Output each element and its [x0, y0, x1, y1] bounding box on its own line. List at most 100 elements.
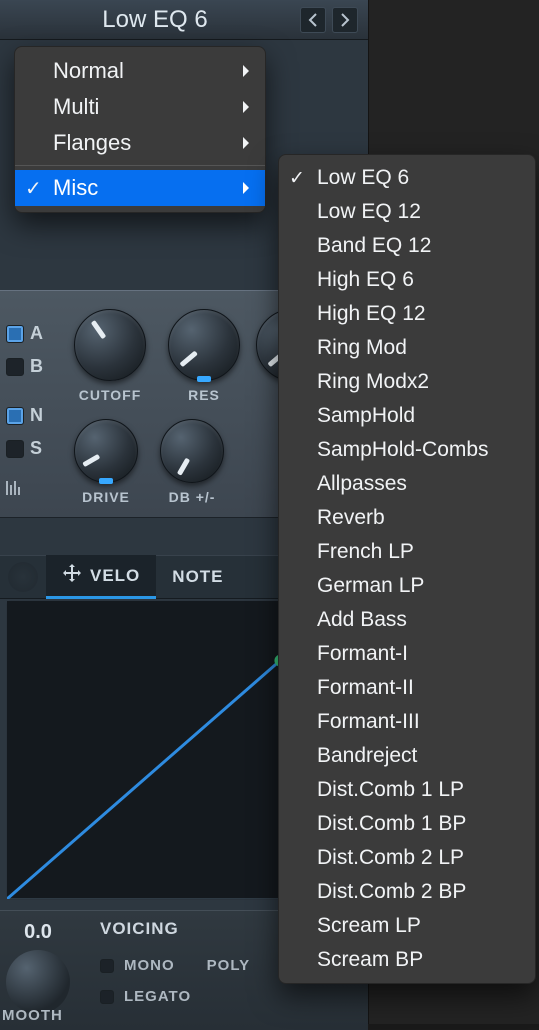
voicing-label: LEGATO — [124, 988, 191, 1005]
toggle-a[interactable]: A — [6, 323, 43, 344]
menu-item-multi[interactable]: Multi — [15, 89, 265, 125]
submenu-item[interactable]: Allpasses — [279, 467, 535, 501]
knob-db[interactable]: DB +/- — [160, 419, 224, 505]
knob-res[interactable]: RES — [168, 309, 240, 403]
submenu-item-label: Low EQ 6 — [317, 166, 409, 190]
move-icon — [62, 563, 82, 588]
preset-header: Low EQ 6 — [0, 0, 368, 40]
submenu-item[interactable]: Add Bass — [279, 603, 535, 637]
submenu-item-label: Ring Modx2 — [317, 370, 429, 394]
submenu-item[interactable]: Scream LP — [279, 909, 535, 943]
knob-cutoff[interactable]: CUTOFF — [74, 309, 146, 403]
dial-icon — [74, 419, 138, 483]
tab-note[interactable]: NOTE — [156, 555, 239, 599]
dial-icon — [168, 309, 240, 381]
submenu-icon — [241, 58, 251, 84]
toggle-n[interactable]: N — [6, 405, 43, 426]
voicing-mono[interactable]: MONO POLY — [100, 957, 250, 974]
toggle-b[interactable]: B — [6, 356, 43, 377]
submenu-item[interactable]: Dist.Comb 2 BP — [279, 875, 535, 909]
submenu-item[interactable]: Dist.Comb 1 LP — [279, 773, 535, 807]
submenu-item[interactable]: Bandreject — [279, 739, 535, 773]
submenu-item-label: Scream BP — [317, 948, 423, 972]
smooth-label: MOOTH — [2, 1007, 63, 1024]
submenu-item[interactable]: Formant-III — [279, 705, 535, 739]
submenu-item[interactable]: German LP — [279, 569, 535, 603]
submenu-item[interactable]: High EQ 12 — [279, 297, 535, 331]
pitch-column: 0.0 — [6, 921, 70, 1014]
dial-icon — [160, 419, 224, 483]
submenu-icon — [241, 94, 251, 120]
checkbox-icon — [100, 990, 114, 1004]
tab-velo[interactable]: VELO — [46, 555, 156, 599]
tab-label: NOTE — [172, 567, 223, 587]
voicing-section: VOICING MONO POLY LEGATO — [100, 919, 250, 1019]
voicing-header: VOICING — [100, 919, 250, 939]
submenu-item[interactable]: Low EQ 12 — [279, 195, 535, 229]
submenu-item-label: Dist.Comb 2 BP — [317, 880, 466, 904]
submenu-icon — [241, 175, 251, 201]
toggle-s[interactable]: S — [6, 438, 43, 459]
submenu-item-label: SampHold — [317, 404, 415, 428]
submenu-item[interactable]: Scream BP — [279, 943, 535, 977]
knob-label: DRIVE — [82, 489, 130, 505]
submenu-item[interactable]: Reverb — [279, 501, 535, 535]
toggle-label: S — [30, 438, 42, 459]
checkbox-icon — [6, 407, 24, 425]
toggle-label: B — [30, 356, 43, 377]
knob-drive[interactable]: DRIVE — [74, 419, 138, 505]
filter-category-menu[interactable]: Normal MultiFlanges ✓Misc — [14, 46, 266, 213]
submenu-item-label: Dist.Comb 2 LP — [317, 846, 464, 870]
submenu-item[interactable]: High EQ 6 — [279, 263, 535, 297]
preset-prev-button[interactable] — [300, 7, 326, 33]
menu-item-label: Normal — [53, 58, 124, 84]
toggle-group-ns: N S — [6, 405, 43, 499]
submenu-item[interactable]: Ring Mod — [279, 331, 535, 365]
submenu-item[interactable]: Dist.Comb 2 LP — [279, 841, 535, 875]
check-icon: ✓ — [25, 176, 42, 201]
menu-item-normal[interactable]: Normal — [15, 53, 265, 89]
submenu-item-label: French LP — [317, 540, 414, 564]
dial-icon — [74, 309, 146, 381]
submenu-item-label: Bandreject — [317, 744, 417, 768]
submenu-item-label: Allpasses — [317, 472, 407, 496]
submenu-item-label: SampHold-Combs — [317, 438, 489, 462]
toggle-group-ab: A B — [6, 323, 43, 377]
submenu-item-label: High EQ 12 — [317, 302, 426, 326]
submenu-item[interactable]: Ring Modx2 — [279, 365, 535, 399]
submenu-item-label: German LP — [317, 574, 424, 598]
pitch-value[interactable]: 0.0 — [24, 921, 52, 944]
submenu-item[interactable]: Band EQ 12 — [279, 229, 535, 263]
voicing-poly-label: POLY — [207, 957, 250, 974]
submenu-item[interactable]: Dist.Comb 1 BP — [279, 807, 535, 841]
preset-next-button[interactable] — [332, 7, 358, 33]
submenu-item-label: Formant-II — [317, 676, 414, 700]
submenu-item[interactable]: SampHold — [279, 399, 535, 433]
submenu-item-label: Formant-III — [317, 710, 420, 734]
checkbox-icon — [6, 325, 24, 343]
submenu-item-label: Low EQ 12 — [317, 200, 421, 224]
submenu-item[interactable]: Formant-II — [279, 671, 535, 705]
submenu-item[interactable]: French LP — [279, 535, 535, 569]
submenu-item[interactable]: ✓Low EQ 6 — [279, 161, 535, 195]
submenu-item[interactable]: Formant-I — [279, 637, 535, 671]
submenu-item-label: Dist.Comb 1 BP — [317, 812, 466, 836]
submenu-item-label: Band EQ 12 — [317, 234, 431, 258]
submenu-item-label: Reverb — [317, 506, 385, 530]
preset-name[interactable]: Low EQ 6 — [10, 6, 300, 34]
checkbox-icon — [100, 959, 114, 973]
menu-item-flanges[interactable]: Flanges — [15, 125, 265, 161]
voicing-legato[interactable]: LEGATO — [100, 988, 250, 1005]
preset-nav — [300, 7, 358, 33]
submenu-item-label: Scream LP — [317, 914, 421, 938]
checkbox-icon — [6, 440, 24, 458]
toggle-label: N — [30, 405, 43, 426]
submenu-item-label: High EQ 6 — [317, 268, 414, 292]
filter-type-submenu[interactable]: ✓Low EQ 6 Low EQ 12 Band EQ 12 High EQ 6 Hig… — [278, 154, 536, 984]
submenu-item[interactable]: SampHold-Combs — [279, 433, 535, 467]
toggle-label: A — [30, 323, 43, 344]
knob-label: CUTOFF — [79, 387, 142, 403]
mod-matrix-icon[interactable] — [6, 481, 28, 499]
pitch-knob[interactable] — [6, 950, 70, 1014]
menu-item-misc[interactable]: ✓Misc — [15, 170, 265, 206]
